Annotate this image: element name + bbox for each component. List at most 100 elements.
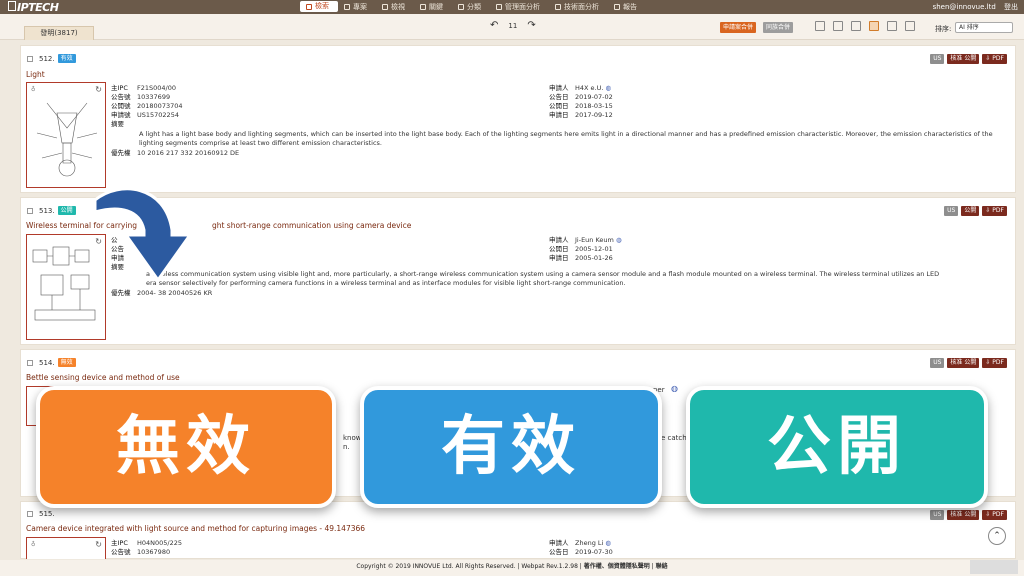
tab-invention[interactable]: 發明(3817) [24,26,94,40]
merge-family-button[interactable]: 同族合併 [763,22,794,33]
overlay-invalid: 無效 [36,386,336,508]
undo-icon[interactable]: ↶ [490,20,498,31]
pin-icon[interactable]: ♁ [31,541,35,548]
contact-link[interactable]: 聯絡 [656,563,668,570]
patent-card: 512. 有效 Light ♁ ↻ 主IPC F21S004/00 公告號 103376… [20,45,1016,193]
fields-left: 主IPC H04N005/225 公告號 10367980 [111,539,183,556]
pdf-button[interactable]: ⇩ PDF [982,54,1007,64]
compact-view-icon[interactable] [887,21,897,31]
ipc-value: H04N005/225 [137,539,183,547]
status-tags: 核准 公開 [947,54,980,64]
privacy-link[interactable]: 著作權、個資體隱私聲明 [584,563,650,570]
nav-view[interactable]: 檢視 [376,0,414,14]
user-area: shen@innovue.ltd 登出 [927,0,1018,14]
toolbar: ↶ 11 ↷ 申請案合併 同族合併 排序: AI 排序 [0,14,1024,40]
monitor-icon [496,4,502,10]
pdf-button[interactable]: ⇩ PDF [982,358,1007,368]
nav-classify[interactable]: 分類 [452,0,490,14]
status-badge: 有效 [57,54,76,63]
applicant-value: Zheng Li [575,539,604,547]
list-view-icon[interactable] [869,21,879,31]
country-badge: US [944,206,959,216]
corner-badge [970,560,1018,574]
overlay-valid: 有效 [360,386,662,508]
project-icon [344,4,350,10]
nav-search[interactable]: 檢索 [300,1,338,12]
patent-drawing-thumbnail[interactable]: ♁ ↻ [26,537,106,559]
select-checkbox[interactable] [27,55,33,62]
globe-icon[interactable]: ◍ [616,236,622,244]
patent-title[interactable]: Wireless terminal for carrying ght short-… [26,221,411,230]
nav-project[interactable]: 專案 [338,0,376,14]
pager: ↶ 11 ↷ [490,20,536,31]
status-tags: 核准 公開 [947,510,980,520]
fragment: n. [343,443,350,451]
pin-icon[interactable]: ♁ [31,86,35,93]
fields-right: 申請人 H4X e.U. ◍ 公告日 2019-07-02 公開日 2018-03-1… [549,84,613,119]
rotate-icon[interactable]: ↻ [95,85,102,94]
nav-report[interactable]: 報告 [608,0,646,14]
logout-link[interactable]: 登出 [1004,3,1018,11]
country-badge: US [930,510,945,520]
pub-no-value: 10367980 [137,548,171,556]
status-badge: 無效 [57,358,76,367]
export-icon[interactable] [815,21,825,31]
app-no-value: US15702254 [137,111,179,119]
fields-right: 申請人 Zheng Li ◍ 公告日 2019-07-30 [549,539,613,556]
card-header: 515. [27,510,55,518]
app-date-value: 2005-01-26 [575,254,613,262]
status-badge: 公開 [57,206,76,215]
report-icon [614,4,620,10]
user-email[interactable]: shen@innovue.ltd [933,3,996,11]
grid-view-icon[interactable] [905,21,915,31]
view-toggle-group [815,21,915,31]
redo-icon[interactable]: ↷ [527,20,535,31]
nav-keyword[interactable]: 關鍵 [414,0,452,14]
edit-icon[interactable] [833,21,843,31]
scroll-top-button[interactable]: ⌃ [988,527,1006,545]
country-badge: US [930,54,945,64]
pub-no-value: 10337699 [137,93,171,101]
patent-title[interactable]: Light [26,70,45,79]
curved-arrow-icon [93,187,193,283]
top-nav: IPTECH 檢索 專案 檢視 關鍵 分類 管理面分析 技術面分析 報告 she… [0,0,1024,14]
patent-title[interactable]: Bettle sensing device and method of use [26,373,180,382]
rotate-icon[interactable]: ↻ [95,540,102,549]
classify-icon [458,4,464,10]
pdf-button[interactable]: ⇩ PDF [982,510,1007,520]
sort-label: 排序: [935,25,952,33]
country-badge: US [930,358,945,368]
pdf-button[interactable]: ⇩ PDF [982,206,1007,216]
card-header: 512. 有效 [27,54,76,63]
iptech-logo[interactable]: IPTECH [8,1,59,14]
patent-drawing-thumbnail[interactable]: ♁ ↻ [26,82,106,188]
page-number: 11 [508,21,518,30]
nav-menu: 檢索 專案 檢視 關鍵 分類 管理面分析 技術面分析 報告 [300,0,646,14]
nav-tech-analysis[interactable]: 技術面分析 [549,0,608,14]
merge-applications-button[interactable]: 申請案合併 [720,22,757,33]
globe-icon[interactable]: ◍ [605,539,611,547]
sort-select[interactable]: AI 排序 [955,22,1013,33]
view-icon [382,4,388,10]
gear-icon[interactable] [851,21,861,31]
globe-icon[interactable]: ◍ [606,84,612,92]
pub-date-value: 2019-07-30 [575,548,613,556]
nav-management-analysis[interactable]: 管理面分析 [490,0,549,14]
patent-title[interactable]: Camera device integrated with light sour… [26,524,365,533]
app-date-value: 2017-09-12 [575,111,613,119]
card-actions: US 核准 公開 ⇩ PDF [930,54,1007,64]
fields-right: 申請人 Ji-Eun Keum ◍ 公開日 2005-12-01 申請日 2005-0… [549,236,622,262]
select-checkbox[interactable] [27,207,33,214]
globe-icon[interactable]: ◍ [671,384,678,393]
card-actions: US 核准 公開 ⇩ PDF [930,358,1007,368]
status-tags: 核准 公開 [947,358,980,368]
card-header: 513. 公開 [27,206,76,215]
card-number: 512. [39,54,55,63]
card-number: 514. [39,358,55,367]
copyright-text: Copyright © 2019 INNOVUE Ltd. All Rights… [356,563,582,570]
open-date-value: 2005-12-01 [575,245,613,253]
select-checkbox[interactable] [27,359,33,366]
ipc-value: F21S004/00 [137,84,177,92]
select-checkbox[interactable] [27,511,33,517]
applicant-value: H4X e.U. [575,84,604,92]
